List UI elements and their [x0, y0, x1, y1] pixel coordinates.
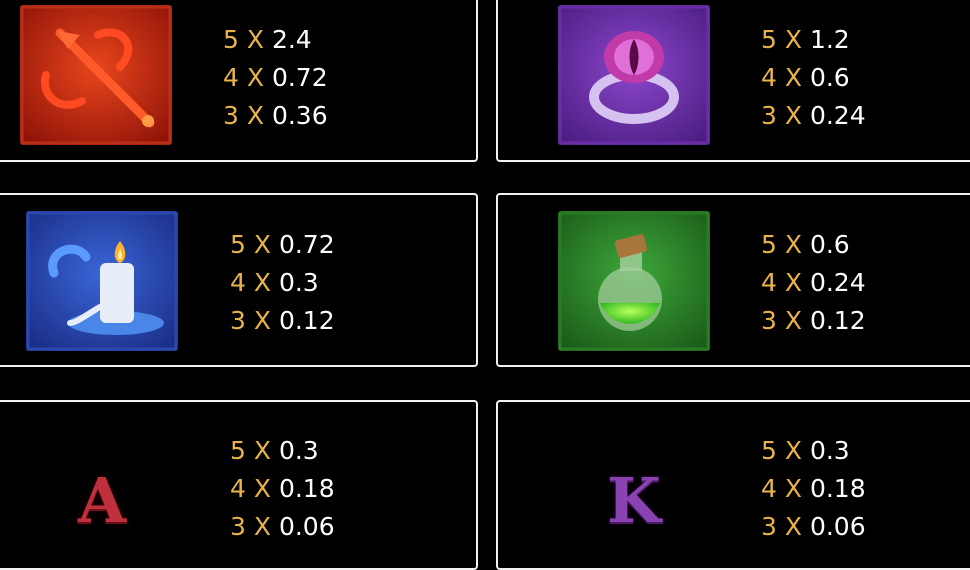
symbol-letter: K: [607, 463, 661, 537]
pay-row: 5 X 2.4: [223, 25, 312, 54]
pay-row: 4 X 0.6: [761, 63, 850, 92]
pay-row: 3 X 0.36: [223, 101, 328, 130]
pay-row: 3 X 0.12: [761, 306, 866, 335]
candle-icon: [26, 211, 178, 351]
pay-row: 5 X 1.2: [761, 25, 850, 54]
paytable-card-a: A 5 X 0.3 4 X 0.18 3 X 0.06: [0, 400, 478, 570]
pay-list: 5 X 0.72 4 X 0.3 3 X 0.12: [230, 226, 335, 340]
symbol-letter: A: [77, 463, 127, 537]
pay-row: 4 X 0.72: [223, 63, 328, 92]
pay-row: 3 X 0.12: [230, 306, 335, 335]
pay-row: 3 X 0.06: [761, 512, 866, 541]
pay-list: 5 X 2.4 4 X 0.72 3 X 0.36: [223, 21, 328, 135]
pay-row: 5 X 0.3: [761, 436, 850, 465]
pay-row: 4 X 0.18: [761, 474, 866, 503]
paytable-card-candle: 5 X 0.72 4 X 0.3 3 X 0.12: [0, 193, 478, 367]
pay-list: 5 X 0.3 4 X 0.18 3 X 0.06: [230, 432, 335, 546]
pay-row: 4 X 0.18: [230, 474, 335, 503]
pay-row: 3 X 0.06: [230, 512, 335, 541]
paytable-card-trident: 5 X 2.4 4 X 0.72 3 X 0.36: [0, 0, 478, 162]
pay-list: 5 X 0.6 4 X 0.24 3 X 0.12: [761, 226, 866, 340]
pay-row: 5 X 0.6: [761, 230, 850, 259]
letter-a-icon: A: [26, 430, 178, 570]
paytable-card-potion: 5 X 0.6 4 X 0.24 3 X 0.12: [496, 193, 970, 367]
pay-row: 5 X 0.3: [230, 436, 319, 465]
eye-ring-icon: [558, 5, 710, 145]
pay-row: 4 X 0.24: [761, 268, 866, 297]
paytable-card-k: K 5 X 0.3 4 X 0.18 3 X 0.06: [496, 400, 970, 570]
letter-k-icon: K: [558, 430, 710, 570]
potion-icon: [558, 211, 710, 351]
pay-row: 4 X 0.3: [230, 268, 319, 297]
trident-icon: [20, 5, 172, 145]
pay-list: 5 X 1.2 4 X 0.6 3 X 0.24: [761, 21, 866, 135]
paytable-card-ring: 5 X 1.2 4 X 0.6 3 X 0.24: [496, 0, 970, 162]
pay-row: 3 X 0.24: [761, 101, 866, 130]
pay-row: 5 X 0.72: [230, 230, 335, 259]
pay-list: 5 X 0.3 4 X 0.18 3 X 0.06: [761, 432, 866, 546]
